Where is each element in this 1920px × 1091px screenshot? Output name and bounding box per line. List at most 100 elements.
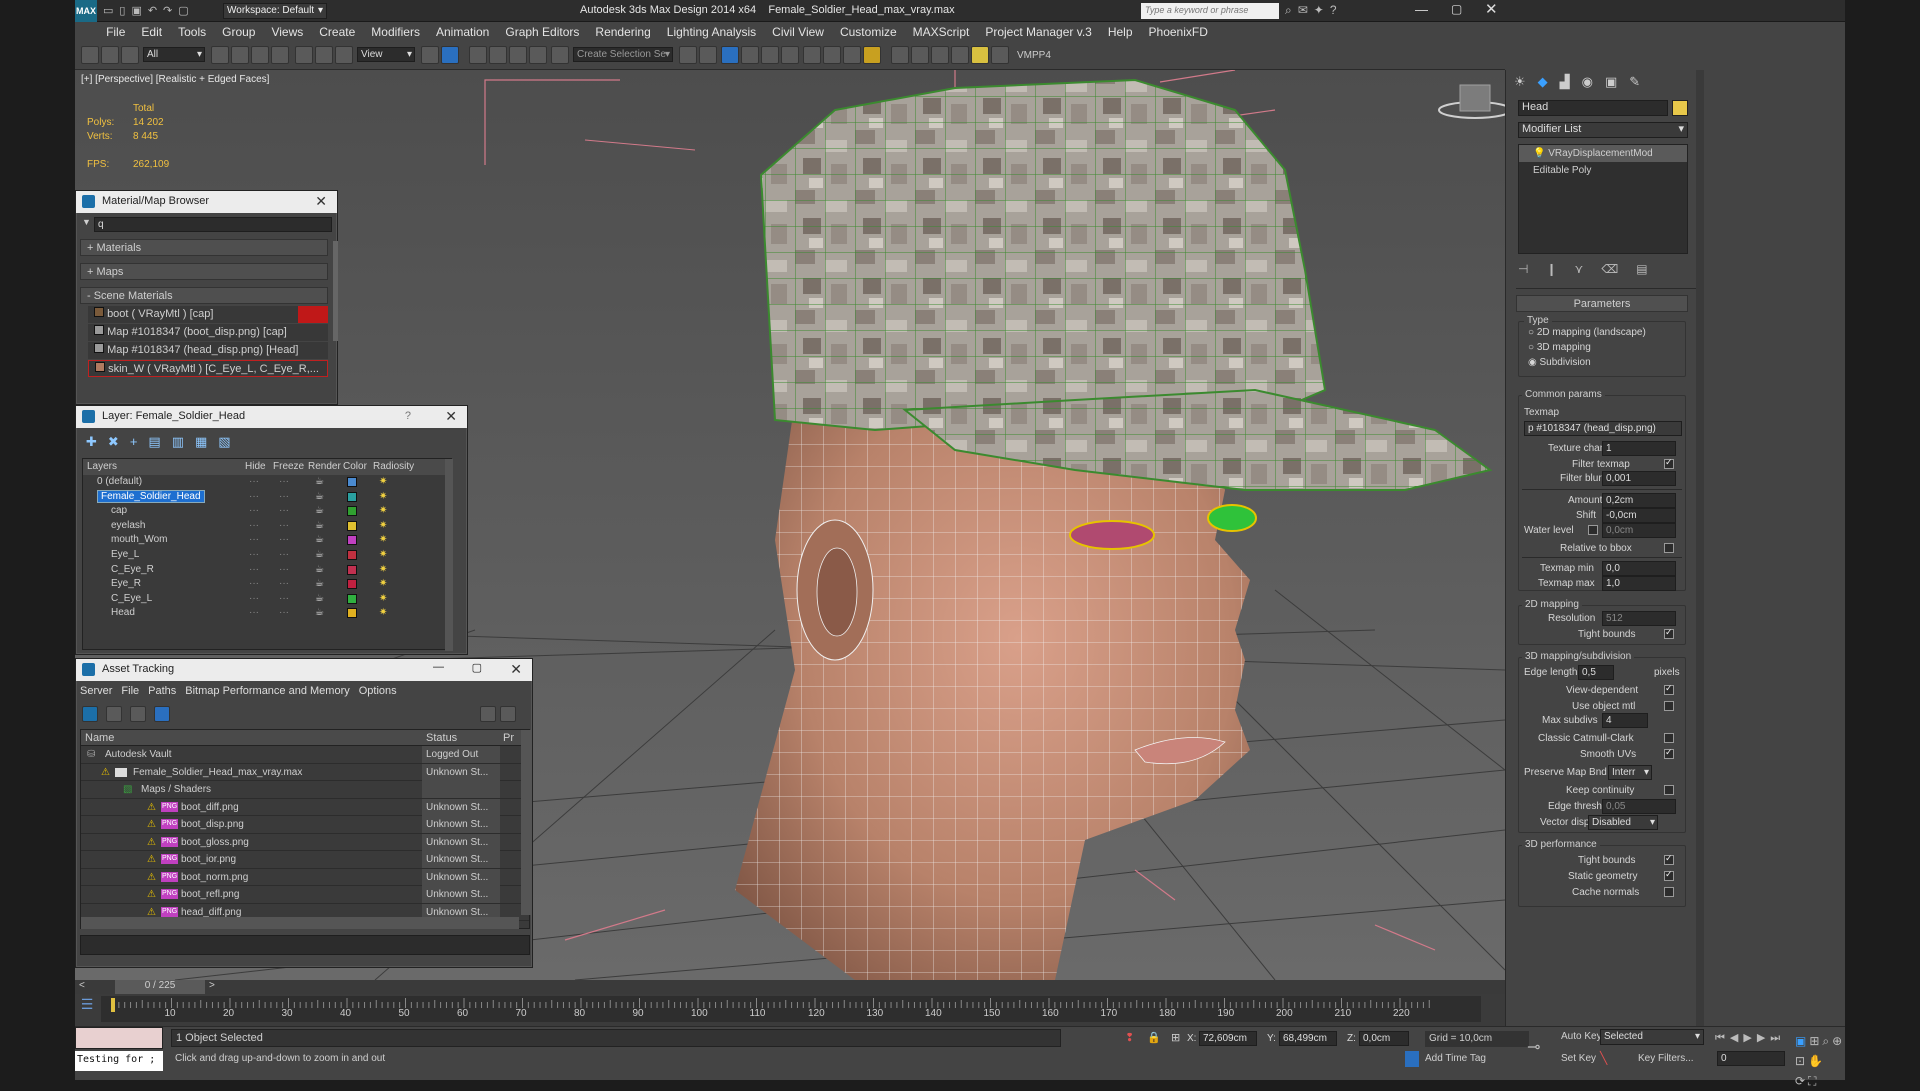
asset-vscrollbar[interactable] bbox=[521, 730, 531, 915]
tight-bounds-checkbox[interactable] bbox=[1664, 629, 1674, 639]
modifier-stack-item-vray[interactable]: 💡 VRayDisplacementMod bbox=[1519, 145, 1687, 162]
graphite-tools-icon[interactable] bbox=[741, 46, 759, 64]
freeze-toggle[interactable]: ··· bbox=[279, 563, 289, 577]
hide-toggle[interactable]: ··· bbox=[249, 490, 259, 504]
freeze-toggle[interactable]: ··· bbox=[279, 592, 289, 606]
percent-snap-icon[interactable] bbox=[509, 46, 527, 64]
table-view-icon[interactable] bbox=[154, 706, 170, 722]
radiosity-icon[interactable]: ✷ bbox=[379, 490, 387, 504]
vray-sun-icon[interactable] bbox=[931, 46, 949, 64]
track-bar[interactable]: 10 20 30 40 50 60 70 80 90 100 110 120 130 140 150 160 1… bbox=[101, 996, 1481, 1022]
hide-toggle[interactable]: ··· bbox=[249, 577, 259, 591]
render-teapot-icon[interactable]: ☕ bbox=[315, 548, 324, 562]
freeze-all-icon[interactable]: ▧ bbox=[218, 434, 241, 449]
table-row[interactable]: ⛁ Autodesk Vault Logged Out bbox=[81, 746, 529, 764]
time-slider[interactable]: < 0 / 225 > bbox=[75, 980, 1505, 994]
isolate-icon[interactable]: ❢ bbox=[1125, 1031, 1134, 1044]
motion-tab-icon[interactable]: ◉ bbox=[1582, 74, 1605, 89]
render-teapot-icon[interactable]: ☕ bbox=[315, 533, 324, 547]
use-object-mtl-checkbox[interactable] bbox=[1664, 701, 1674, 711]
rect-selection-icon[interactable] bbox=[251, 46, 269, 64]
layer-manager-close-icon[interactable]: ✕ bbox=[445, 408, 457, 425]
minimize-button[interactable]: — bbox=[1415, 2, 1428, 17]
z-coord-field[interactable]: 0,0cm bbox=[1359, 1031, 1409, 1046]
ref-coord-dropdown[interactable]: View ▾ bbox=[357, 47, 415, 62]
materials-section[interactable]: + Materials bbox=[80, 239, 328, 256]
layer-color-swatch[interactable] bbox=[347, 506, 357, 517]
layer-color-swatch[interactable] bbox=[347, 491, 357, 502]
hide-toggle[interactable]: ··· bbox=[249, 519, 259, 533]
layer-row[interactable]: Eye_R ··· ··· ☕ ✷ bbox=[83, 577, 451, 592]
table-row[interactable]: ⚠ Female_Soldier_Head_max_vray.max Unknown… bbox=[81, 763, 529, 781]
track-bar-icon[interactable]: ☰ bbox=[75, 996, 99, 1020]
absolute-mode-icon[interactable]: ⊞ bbox=[1171, 1031, 1180, 1044]
pin-stack-icon[interactable]: ⊣ bbox=[1518, 262, 1546, 276]
relative-bbox-checkbox[interactable] bbox=[1664, 543, 1674, 553]
keep-continuity-checkbox[interactable] bbox=[1664, 785, 1674, 795]
radiosity-icon[interactable]: ✷ bbox=[379, 475, 387, 489]
freeze-toggle[interactable]: ··· bbox=[279, 606, 289, 620]
texmap-min-spinner[interactable]: 0,0 bbox=[1602, 561, 1676, 576]
table-row[interactable]: ⚠ PNG boot_ior.png Unknown St... bbox=[81, 851, 529, 869]
configure-sets-icon[interactable]: ▤ bbox=[1636, 262, 1665, 276]
texmap-button[interactable]: p #1018347 (head_disp.png) bbox=[1524, 421, 1682, 436]
asset-menu-file[interactable]: File bbox=[121, 685, 139, 697]
radiosity-icon[interactable]: ✷ bbox=[379, 577, 387, 591]
select-object-icon[interactable] bbox=[211, 46, 229, 64]
utilities-tab-icon[interactable]: ✎ bbox=[1629, 74, 1652, 89]
freeze-toggle[interactable]: ··· bbox=[279, 475, 289, 489]
list-item[interactable]: boot ( VRayMtl ) [cap] bbox=[88, 306, 328, 323]
make-unique-icon[interactable]: ⋎ bbox=[1575, 262, 1602, 276]
menu-graph-editors[interactable]: Graph Editors bbox=[497, 22, 587, 39]
radiosity-icon[interactable]: ✷ bbox=[379, 606, 387, 620]
bind-spacewarp-icon[interactable] bbox=[121, 46, 139, 64]
pixels-checkbox-label[interactable]: pixels bbox=[1654, 667, 1680, 678]
named-selection-dropdown[interactable]: Create Selection Se ▾ bbox=[573, 47, 673, 62]
close-button[interactable]: ✕ bbox=[1485, 0, 1498, 18]
menu-customize[interactable]: Customize bbox=[832, 22, 905, 39]
object-color-swatch[interactable] bbox=[1672, 100, 1688, 116]
amount-spinner[interactable]: 0,2cm bbox=[1602, 493, 1676, 508]
command-panel-scrollbar[interactable] bbox=[1696, 70, 1704, 1030]
set-key-mode-icon[interactable]: ╲ bbox=[1600, 1051, 1612, 1067]
asset-menu-bitmap[interactable]: Bitmap Performance and Memory bbox=[185, 685, 349, 697]
add-time-tag[interactable]: Add Time Tag bbox=[1425, 1053, 1486, 1064]
shift-spinner[interactable]: -0,0cm bbox=[1602, 508, 1676, 523]
auto-key-button[interactable]: Auto Key bbox=[1561, 1031, 1602, 1042]
asset-menu-server[interactable]: Server bbox=[80, 685, 112, 697]
max-subdivs-spinner[interactable]: 4 bbox=[1602, 713, 1648, 728]
render-teapot-icon[interactable]: ☕ bbox=[315, 592, 324, 606]
layer-row[interactable]: eyelash ··· ··· ☕ ✷ bbox=[83, 519, 451, 534]
render-teapot-icon[interactable]: ☕ bbox=[315, 577, 324, 591]
radiosity-icon[interactable]: ✷ bbox=[379, 563, 387, 577]
asset-maximize-button[interactable]: ▢ bbox=[472, 661, 482, 674]
set-key-button[interactable]: Set Key bbox=[1561, 1053, 1596, 1064]
render-warning-icon[interactable] bbox=[863, 46, 881, 64]
viewport-nav-controls[interactable]: ▣⊞⌕⊕ ⊡✋⟳⛶ bbox=[1795, 1031, 1843, 1088]
refresh-icon[interactable] bbox=[82, 706, 98, 722]
material-browser-scrollbar[interactable] bbox=[333, 241, 338, 341]
show-end-result-icon[interactable]: ❙ bbox=[1546, 262, 1574, 276]
layer-toolbar[interactable]: ✚✖+▤▥▦▧ bbox=[86, 434, 286, 452]
highlight-layer-icon[interactable]: ▥ bbox=[172, 434, 195, 449]
object-name-field[interactable]: Head bbox=[1518, 100, 1668, 116]
menu-lighting-analysis[interactable]: Lighting Analysis bbox=[659, 22, 764, 39]
maps-section[interactable]: + Maps bbox=[80, 263, 328, 280]
radiosity-icon[interactable]: ✷ bbox=[379, 548, 387, 562]
radiosity-icon[interactable]: ✷ bbox=[379, 519, 387, 533]
asset-path-field[interactable] bbox=[80, 935, 530, 955]
window-crossing-icon[interactable] bbox=[271, 46, 289, 64]
preserve-map-dropdown[interactable]: Interr ▾ bbox=[1608, 765, 1652, 780]
vray-light-icon[interactable] bbox=[911, 46, 929, 64]
angle-snap-icon[interactable] bbox=[489, 46, 507, 64]
vray-ies-icon[interactable] bbox=[991, 46, 1009, 64]
material-search[interactable]: ▼ q bbox=[80, 217, 332, 232]
prev-frame-icon[interactable]: < bbox=[79, 980, 85, 991]
layer-row[interactable]: 0 (default) ··· ··· ☕ ✷ bbox=[83, 475, 451, 490]
layer-color-swatch[interactable] bbox=[347, 477, 357, 487]
static-geometry-checkbox[interactable] bbox=[1664, 871, 1674, 881]
list-item[interactable]: Map #1018347 (boot_disp.png) [cap] bbox=[88, 324, 328, 341]
table-row[interactable]: ⚠ PNG boot_norm.png Unknown St... bbox=[81, 868, 529, 886]
key-filters-button[interactable]: Key Filters... bbox=[1638, 1053, 1694, 1064]
curve-editor-icon[interactable] bbox=[761, 46, 779, 64]
